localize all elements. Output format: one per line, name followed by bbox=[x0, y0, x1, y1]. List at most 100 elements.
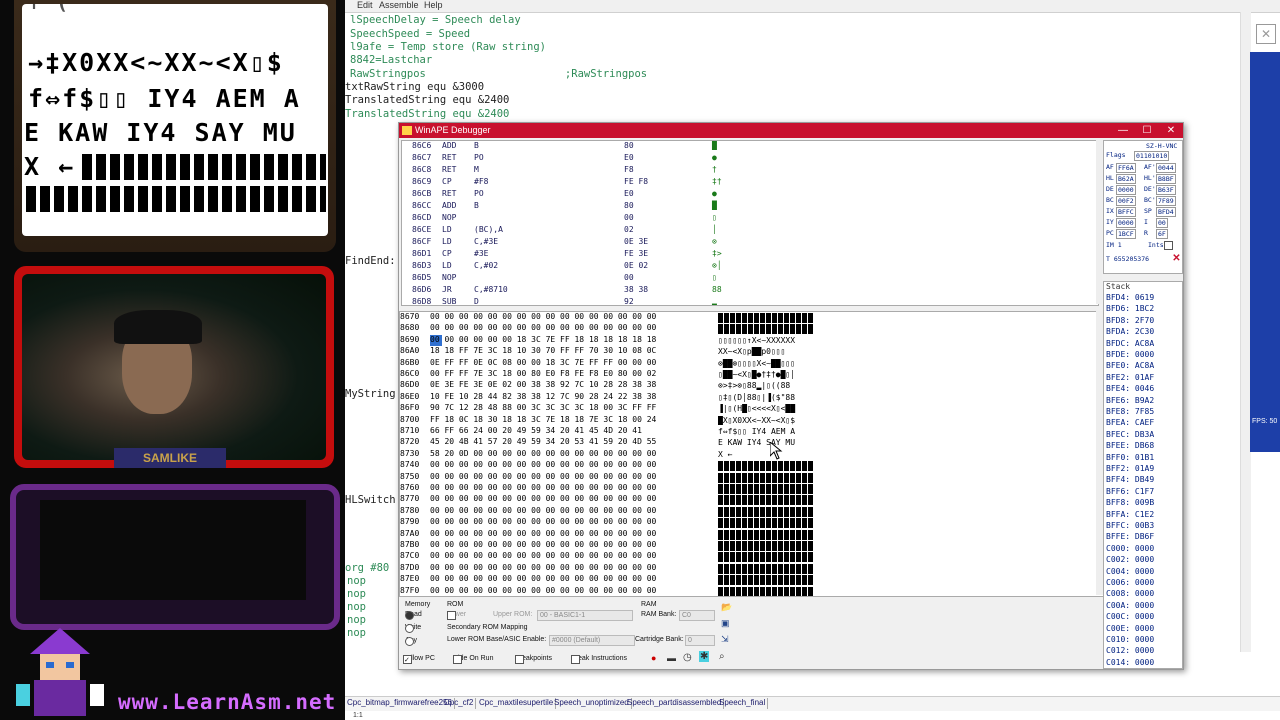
step-icon[interactable]: ✱ bbox=[699, 651, 710, 662]
memory-hex-row[interactable]: 00 00 00 00 00 00 00 00 00 00 00 00 00 0… bbox=[430, 483, 656, 494]
disasm-row[interactable]: 86CF LD C,#3E 0E 3E ⊗ bbox=[402, 237, 1098, 249]
memory-hex-row[interactable]: 0E 3E FE 3E 0E 02 00 38 38 92 7C 10 28 2… bbox=[430, 380, 656, 391]
disasm-row[interactable]: 86C7 RET PO E0 ● bbox=[402, 153, 1098, 165]
stack-entry[interactable]: BFFE: DB6F bbox=[1106, 532, 1154, 541]
register-value[interactable]: 7F89 bbox=[1156, 196, 1176, 206]
register-value[interactable]: 0000 bbox=[1116, 185, 1136, 195]
memory-hex-row[interactable]: 00 FF FF 7E 3C 18 00 80 E0 F8 FE F8 E0 8… bbox=[430, 369, 656, 380]
tab-file[interactable]: Cpc_bitmap_firmwarefree256 bbox=[345, 698, 455, 709]
hide-on-run-checkbox[interactable]: Hide On Run bbox=[453, 655, 493, 664]
stack-entry[interactable]: BFE4: 0046 bbox=[1106, 384, 1154, 393]
memory-hex-row[interactable]: 10 FE 10 28 44 82 38 38 12 7C 90 28 24 2… bbox=[430, 392, 656, 403]
tab-file[interactable]: Speech_unoptimized bbox=[552, 698, 632, 709]
source-line[interactable]: lSpeechDelay = Speech delay bbox=[350, 14, 521, 26]
disassembly-scrollbar[interactable] bbox=[1096, 140, 1102, 304]
disasm-row[interactable]: 86D1 CP #3E FE 3E ‡> bbox=[402, 249, 1098, 261]
menu-edit[interactable]: Edit bbox=[357, 0, 373, 10]
memory-hex-row[interactable]: 00 00 00 00 00 00 00 00 00 00 00 00 00 0… bbox=[430, 586, 656, 596]
stack-entry[interactable]: C006: 0000 bbox=[1106, 578, 1154, 587]
memory-hex-row[interactable]: 66 FF 66 24 00 20 49 59 34 20 41 45 4D 2… bbox=[430, 426, 642, 437]
read-radio[interactable]: Read bbox=[405, 611, 422, 620]
memory-hex-row[interactable]: 58 20 0D 00 00 00 00 00 00 00 00 00 00 0… bbox=[430, 449, 656, 460]
stack-entry[interactable]: BFF0: 01B1 bbox=[1106, 453, 1154, 462]
memory-hex-row[interactable]: 00 00 00 00 00 00 00 00 00 00 00 00 00 0… bbox=[430, 529, 656, 540]
disasm-row[interactable]: 86CD NOP 00 ▯ bbox=[402, 213, 1098, 225]
disasm-row[interactable]: 86D3 LD C,#02 0E 02 ⊗│ bbox=[402, 261, 1098, 273]
registers-pane[interactable]: SZ-H-VNC Flags 01101010 IM 1 Ints T 6552… bbox=[1103, 140, 1183, 274]
tab-file[interactable]: Cpc_cf2 bbox=[442, 698, 477, 709]
cartridge-bank-select[interactable]: 0 bbox=[685, 635, 715, 646]
debugger-titlebar[interactable]: WinAPE Debugger — ☐ ✕ bbox=[399, 123, 1183, 138]
any-radio[interactable]: Any bbox=[405, 637, 417, 646]
site-banner[interactable]: www.LearnAsm.net bbox=[118, 690, 336, 714]
memory-hex-row[interactable]: 00 00 00 00 00 00 00 00 00 00 00 00 00 0… bbox=[430, 323, 656, 334]
stack-entry[interactable]: BFDE: 0000 bbox=[1106, 350, 1154, 359]
register-value[interactable]: 00 bbox=[1156, 218, 1168, 228]
stack-entry[interactable]: C014: 0000 bbox=[1106, 658, 1154, 667]
source-line[interactable]: nop bbox=[347, 601, 366, 613]
memory-view[interactable]: 8670 00 00 00 00 00 00 00 00 00 00 00 00 … bbox=[399, 311, 1105, 597]
stack-entry[interactable]: BFE8: 7F85 bbox=[1106, 407, 1154, 416]
stack-entry[interactable]: BFD8: 2F70 bbox=[1106, 316, 1154, 325]
source-line[interactable]: SpeechSpeed = Speed bbox=[350, 28, 470, 40]
source-line[interactable]: org #80 bbox=[345, 562, 389, 574]
register-value[interactable]: BFFC bbox=[1116, 207, 1136, 217]
register-value[interactable]: 00F2 bbox=[1116, 196, 1136, 206]
stack-entry[interactable]: C004: 0000 bbox=[1106, 567, 1154, 576]
stack-entry[interactable]: BFFC: 00B3 bbox=[1106, 521, 1154, 530]
stack-entry[interactable]: C00C: 0000 bbox=[1106, 612, 1154, 621]
save-icon[interactable]: ▣ bbox=[721, 618, 730, 629]
memory-hex-row[interactable]: 00 00 00 00 00 00 00 00 00 00 00 00 00 0… bbox=[430, 540, 656, 551]
search-icon[interactable]: ⌕ bbox=[719, 651, 725, 662]
stack-entry[interactable]: BFEC: DB3A bbox=[1106, 430, 1154, 439]
label-findend[interactable]: FindEnd: bbox=[345, 255, 396, 267]
disasm-row[interactable]: 86C9 CP #F8 FE F8 ‡† bbox=[402, 177, 1098, 189]
register-value[interactable]: FF6A bbox=[1116, 163, 1136, 173]
memory-hex-row[interactable]: 00 00 00 00 00 00 00 00 00 00 00 00 00 0… bbox=[430, 551, 656, 562]
stack-pane[interactable]: Stack BFD4: 0619 BFD6: 1BC2 BFD8: 2F70 BFDA… bbox=[1103, 281, 1183, 669]
memory-hex-row[interactable]: 00 00 00 00 00 00 00 00 00 00 00 00 00 0… bbox=[430, 563, 656, 574]
memory-scrollbar[interactable] bbox=[1096, 311, 1103, 595]
lower-rom-base-select[interactable]: #0000 (Default) bbox=[549, 635, 635, 646]
close-icon[interactable]: ✕ bbox=[1172, 254, 1181, 264]
label-hlswitch[interactable]: HLSwitch bbox=[345, 494, 396, 506]
memory-hex-row[interactable]: 00 00 00 00 00 00 00 00 00 00 00 00 00 0… bbox=[430, 312, 656, 323]
register-value[interactable]: B62A bbox=[1116, 174, 1136, 184]
record-icon[interactable]: ● bbox=[651, 653, 656, 663]
stack-entry[interactable]: BFE0: AC8A bbox=[1106, 361, 1154, 370]
memory-hex-row[interactable]: 00 00 00 00 00 00 00 00 00 00 00 00 00 0… bbox=[430, 517, 656, 528]
timer-icon[interactable]: ◷ bbox=[683, 652, 692, 663]
register-value[interactable]: BFD4 bbox=[1156, 207, 1176, 217]
stack-entry[interactable]: BFE2: 01AF bbox=[1106, 373, 1154, 382]
source-line[interactable]: TranslatedString equ &2400 bbox=[345, 108, 509, 120]
export-icon[interactable]: ⇲ bbox=[721, 634, 729, 645]
register-value[interactable]: B8BF bbox=[1156, 174, 1176, 184]
menu-help[interactable]: Help bbox=[424, 0, 443, 10]
memory-hex-row[interactable]: 0E FF FF 0E 0C 08 00 00 18 3C 7E FF FF 0… bbox=[430, 358, 656, 369]
ram-bank-select[interactable]: C0 bbox=[679, 610, 715, 621]
register-value[interactable]: 6F bbox=[1156, 229, 1168, 239]
tape-icon[interactable]: ▬ bbox=[667, 653, 676, 663]
flags-value[interactable]: 01101010 bbox=[1134, 151, 1170, 161]
disasm-row[interactable]: 86CB RET PO E0 ● bbox=[402, 189, 1098, 201]
memory-hex-row[interactable]: 00 00 00 00 00 00 00 00 00 00 00 00 00 0… bbox=[430, 574, 656, 585]
source-line[interactable]: l9afe = Temp store (Raw string) bbox=[350, 41, 546, 53]
stack-entry[interactable]: BFDC: AC8A bbox=[1106, 339, 1154, 348]
memory-hex-row[interactable]: 90 7C 12 28 48 88 00 3C 3C 3C 3C 18 00 3… bbox=[430, 403, 656, 414]
tab-file[interactable]: Speech_final bbox=[717, 698, 769, 709]
memory-hex-row[interactable]: 18 18 FF 7E 3C 18 10 30 70 FF FF 70 30 1… bbox=[430, 346, 656, 357]
stack-entry[interactable]: C000: 0000 bbox=[1106, 544, 1154, 553]
ints-checkbox[interactable] bbox=[1164, 241, 1175, 250]
stack-entry[interactable]: BFEA: CAEF bbox=[1106, 418, 1154, 427]
memory-hex-row[interactable]: 00 00 00 00 00 00 00 00 00 00 00 00 00 0… bbox=[430, 494, 656, 505]
close-icon[interactable]: ✕ bbox=[1256, 24, 1276, 44]
stack-entry[interactable]: BFF6: C1F7 bbox=[1106, 487, 1154, 496]
source-line[interactable]: 8842=Lastchar bbox=[350, 54, 432, 66]
source-line[interactable]: TranslatedString equ &2400 bbox=[345, 94, 509, 106]
stack-entry[interactable]: C010: 0000 bbox=[1106, 635, 1154, 644]
stack-entry[interactable]: C002: 0000 bbox=[1106, 555, 1154, 564]
menu-assemble[interactable]: Assemble bbox=[379, 0, 419, 10]
register-value[interactable]: 0044 bbox=[1156, 163, 1176, 173]
memory-hex-row[interactable]: 00 00 00 00 00 00 00 00 00 00 00 00 00 0… bbox=[430, 472, 656, 483]
break-instructions-checkbox[interactable]: Break Instructions bbox=[571, 655, 627, 664]
